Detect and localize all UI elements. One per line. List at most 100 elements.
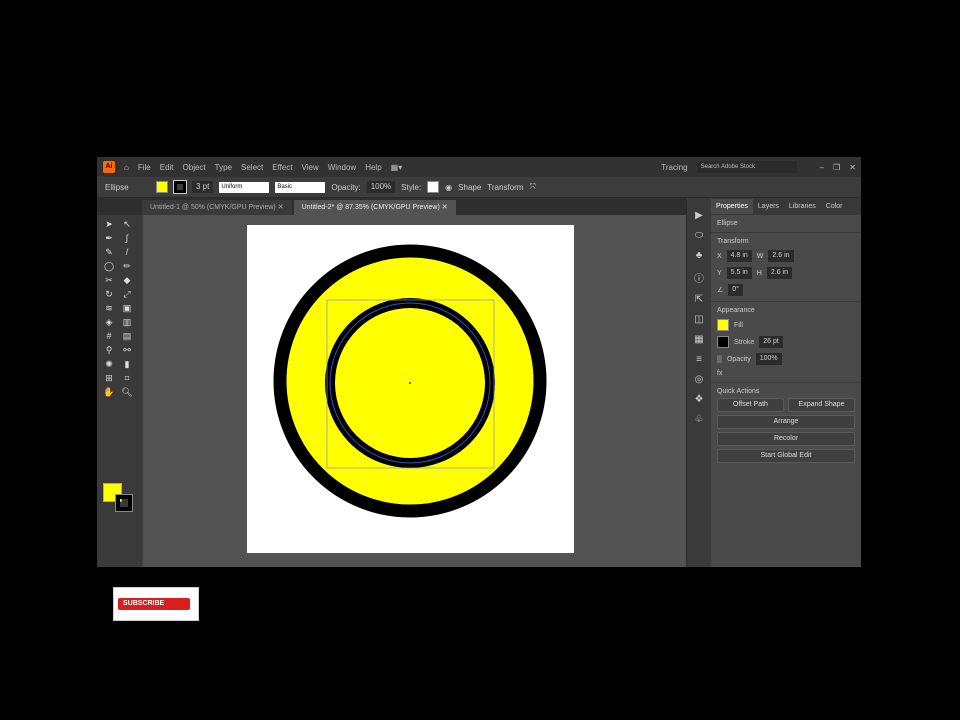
stroke-swatch[interactable]: [173, 180, 187, 194]
shaper-tool-icon[interactable]: ✂: [103, 275, 115, 286]
layers-icon[interactable]: ◫: [694, 314, 703, 325]
ellipse-tool-icon[interactable]: ◯: [103, 261, 115, 272]
y-field[interactable]: 5.5 in: [726, 267, 752, 279]
selection-tool-icon[interactable]: ➤: [103, 219, 115, 230]
h-field[interactable]: 2.6 in: [766, 267, 792, 279]
swatches-icon[interactable]: ▦: [694, 334, 703, 345]
x-field[interactable]: 4.8 in: [726, 250, 752, 262]
subscribe-overlay[interactable]: SUBSCRIBE: [113, 587, 199, 621]
recolor-icon[interactable]: ◉: [445, 183, 452, 192]
tab-libraries[interactable]: Libraries: [784, 199, 821, 214]
direct-selection-tool-icon[interactable]: ↖: [121, 219, 133, 230]
shape-builder-icon[interactable]: ◈: [103, 317, 115, 328]
graph-icon[interactable]: ▮: [121, 359, 133, 370]
illustrator-window: Ai ⌂ File Edit Object Type Select Effect…: [97, 157, 861, 621]
menu-select[interactable]: Select: [241, 163, 263, 172]
export-icon[interactable]: ⇱: [695, 294, 703, 305]
stroke-color-box[interactable]: [115, 494, 133, 512]
panel-stroke-swatch[interactable]: [717, 336, 729, 348]
curvature-tool-icon[interactable]: ∫: [121, 233, 133, 244]
layout-icon[interactable]: ▦▾: [391, 163, 403, 172]
angle-field[interactable]: 0°: [728, 284, 743, 296]
fill-swatch[interactable]: [156, 181, 168, 193]
menu-edit[interactable]: Edit: [160, 163, 174, 172]
arrange-button[interactable]: Arrange: [717, 415, 855, 429]
tab-layers[interactable]: Layers: [753, 199, 784, 214]
restore-button[interactable]: ❐: [833, 163, 840, 172]
mesh-icon[interactable]: #: [103, 331, 115, 342]
appearance-icon[interactable]: ◎: [695, 374, 704, 385]
graphic-styles-icon[interactable]: ❖: [695, 394, 704, 405]
gradient-icon[interactable]: ▤: [121, 331, 133, 342]
tab-color[interactable]: Color: [821, 199, 848, 214]
menu-type[interactable]: Type: [215, 163, 232, 172]
subscribe-button[interactable]: SUBSCRIBE: [118, 598, 190, 610]
align-link[interactable]: Shape: [458, 183, 481, 192]
paintbrush-icon[interactable]: ✎: [103, 247, 115, 258]
pen-tool-icon[interactable]: ✒: [103, 233, 115, 244]
symbol-sprayer-icon[interactable]: ✺: [103, 359, 115, 370]
stroke-weight-field[interactable]: 26 pt: [759, 336, 783, 348]
variable-width-profile[interactable]: Uniform: [219, 181, 270, 193]
home-icon[interactable]: ⌂: [124, 163, 129, 172]
offset-path-button[interactable]: Offset Path: [717, 398, 784, 412]
stroke-label[interactable]: Stroke: [734, 339, 754, 346]
document-tab[interactable]: Untitled-1 @ 50% (CMYK/GPU Preview) ✕: [142, 200, 292, 215]
stroke-panel-icon[interactable]: ≡: [696, 354, 702, 365]
document-tab-active[interactable]: Untitled-2* @ 87.35% (CMYK/GPU Preview) …: [293, 200, 456, 215]
opacity-label[interactable]: Opacity: [727, 356, 751, 363]
brush-definition[interactable]: Basic: [275, 181, 326, 193]
pencil-icon[interactable]: ✏: [121, 261, 133, 272]
start-global-edit-button[interactable]: Start Global Edit: [717, 449, 855, 463]
recolor-button[interactable]: Recolor: [717, 432, 855, 446]
slice-icon[interactable]: ⌗: [121, 373, 133, 384]
free-transform-icon[interactable]: ▣: [121, 303, 133, 314]
club-icon[interactable]: ♧: [695, 414, 704, 425]
menu-effect[interactable]: Effect: [272, 163, 292, 172]
isolate-icon[interactable]: ⤧: [529, 182, 535, 192]
fx-icon[interactable]: fx: [717, 370, 855, 377]
object-type: Ellipse: [711, 215, 861, 233]
artboard-icon[interactable]: ⊞: [103, 373, 115, 384]
symbols-icon[interactable]: ♣: [696, 250, 703, 261]
blend-icon[interactable]: ⚯: [121, 345, 133, 356]
menu-view[interactable]: View: [302, 163, 319, 172]
tab-properties[interactable]: Properties: [711, 199, 753, 214]
w-field[interactable]: 2.6 in: [768, 250, 794, 262]
brushes-icon[interactable]: ⬭: [695, 230, 704, 241]
quick-actions-title: Quick Actions: [717, 388, 760, 395]
close-button[interactable]: ✕: [849, 163, 856, 172]
menu-object[interactable]: Object: [183, 163, 206, 172]
panel-dock: ▶ ⬭ ♣ ⓘ ⇱ ◫ ▦ ≡ ◎ ❖ ♧: [686, 198, 711, 567]
tab-label: Untitled-2* @ 87.35% (CMYK/GPU Preview): [301, 204, 440, 211]
control-bar: Ellipse 3 pt Uniform Basic Opacity: 100%…: [97, 177, 861, 198]
play-icon[interactable]: ▶: [695, 210, 703, 221]
selection-type-label: Ellipse: [105, 182, 129, 192]
scale-tool-icon[interactable]: ⤢: [121, 289, 133, 300]
info-icon[interactable]: ⓘ: [694, 270, 704, 285]
opacity-field[interactable]: 100%: [366, 181, 396, 193]
app-logo: Ai: [103, 161, 115, 173]
hand-icon[interactable]: ✋: [103, 387, 115, 398]
menu-help[interactable]: Help: [365, 163, 381, 172]
expand-shape-button[interactable]: Expand Shape: [788, 398, 855, 412]
perspective-icon[interactable]: ▥: [121, 317, 133, 328]
width-tool-icon[interactable]: ≋: [103, 303, 115, 314]
workspace-switcher[interactable]: Tracing: [661, 163, 687, 172]
zoom-icon[interactable]: 🔍︎: [121, 387, 133, 398]
style-swatch[interactable]: [427, 181, 440, 193]
eraser-icon[interactable]: ◆: [121, 275, 133, 286]
rotate-tool-icon[interactable]: ↻: [103, 289, 115, 300]
menu-file[interactable]: File: [138, 163, 151, 172]
minimize-button[interactable]: –: [820, 163, 824, 172]
eyedropper-icon[interactable]: ⚲: [103, 345, 115, 356]
stroke-weight[interactable]: 3 pt: [192, 181, 214, 193]
transform-link[interactable]: Transform: [487, 183, 523, 192]
opacity-field[interactable]: 100%: [755, 353, 782, 365]
document-tabs: Untitled-1 @ 50% (CMYK/GPU Preview) ✕ Un…: [97, 198, 687, 215]
artboard[interactable]: [247, 225, 574, 553]
line-tool-icon[interactable]: /: [121, 247, 133, 258]
panel-fill-swatch[interactable]: [717, 319, 729, 331]
search-stock-input[interactable]: Search Adobe Stock: [696, 161, 797, 173]
menu-window[interactable]: Window: [328, 163, 356, 172]
